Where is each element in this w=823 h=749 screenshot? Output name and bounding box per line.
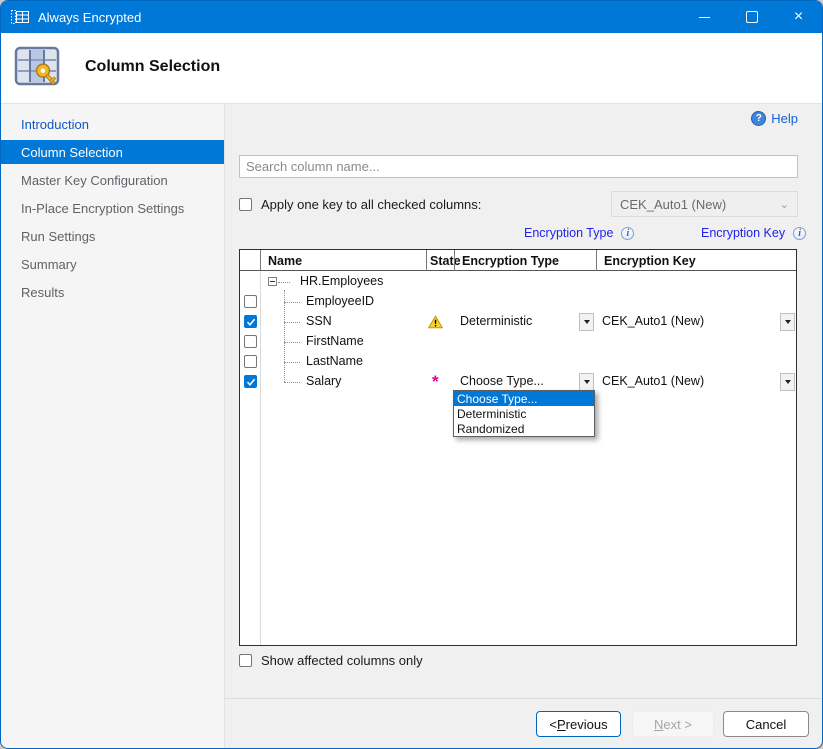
search-column-input[interactable] (239, 155, 798, 178)
chevron-down-icon: ⌄ (780, 198, 789, 211)
required-asterisk-icon: * (432, 372, 439, 392)
sidebar-item-master-key-configuration[interactable]: Master Key Configuration (1, 166, 224, 194)
encryption-key-dropdown-button[interactable] (780, 373, 795, 391)
column-name: EmployeeID (306, 294, 374, 308)
table-row: SSN Deterministic CEK_Auto1 (New) (240, 312, 796, 332)
dropdown-arrow-icon (785, 380, 791, 384)
next-button[interactable]: Next > (632, 711, 714, 737)
column-name: FirstName (306, 334, 364, 348)
encryption-type-value: Deterministic (460, 314, 532, 328)
column-header-encryption-type: Encryption Type (454, 250, 596, 271)
table-row: Salary * Choose Type... CEK_Auto1 (New) (240, 372, 796, 392)
column-header-state: State (426, 250, 454, 271)
minimize-icon (699, 17, 710, 18)
encryption-type-dropdown-button[interactable] (579, 313, 594, 331)
dropdown-arrow-icon (584, 320, 590, 324)
encryption-key-dropdown-button[interactable] (780, 313, 795, 331)
cek-key-dropdown[interactable]: CEK_Auto1 (New) ⌄ (611, 191, 798, 217)
apply-one-key-label: Apply one key to all checked columns: (261, 197, 481, 212)
table-group-label: HR.Employees (300, 274, 383, 288)
wizard-steps-sidebar: Introduction Column Selection Master Key… (1, 104, 225, 749)
encryption-type-value: Choose Type... (460, 374, 544, 388)
cancel-button[interactable]: Cancel (723, 711, 809, 737)
encryption-key-link[interactable]: Encryption Key i (701, 226, 806, 240)
help-icon: ? (751, 111, 766, 126)
collapse-expander-icon[interactable] (268, 277, 277, 286)
column-name: Salary (306, 374, 341, 388)
row-checkbox-employeeid[interactable] (244, 295, 257, 308)
window-title: Always Encrypted (38, 10, 681, 25)
table-row: FirstName (240, 332, 796, 352)
sidebar-item-results[interactable]: Results (1, 278, 224, 306)
info-icon[interactable]: i (621, 227, 634, 240)
encryption-key-value: CEK_Auto1 (New) (602, 314, 704, 328)
dropdown-option-randomized[interactable]: Randomized (454, 421, 594, 436)
page-title: Column Selection (85, 58, 220, 76)
sidebar-item-summary[interactable]: Summary (1, 250, 224, 278)
table-with-key-icon (13, 44, 61, 92)
title-bar: Always Encrypted × (1, 1, 822, 33)
warning-icon (428, 315, 443, 329)
table-group-row: HR.Employees (240, 272, 796, 292)
dropdown-option-deterministic[interactable]: Deterministic (454, 406, 594, 421)
row-checkbox-lastname[interactable] (244, 355, 257, 368)
row-checkbox-ssn[interactable] (244, 315, 257, 328)
cek-key-value: CEK_Auto1 (New) (620, 197, 726, 212)
apply-one-key-checkbox[interactable] (239, 198, 252, 211)
encryption-type-open-dropdown: Choose Type... Deterministic Randomized (453, 390, 595, 437)
help-label: Help (771, 111, 798, 126)
always-encrypted-wizard-window: Always Encrypted × Column Selection Intr… (0, 0, 823, 749)
dropdown-arrow-icon (785, 320, 791, 324)
maximize-icon (746, 11, 758, 23)
show-affected-columns-checkbox[interactable] (239, 654, 252, 667)
info-icon[interactable]: i (793, 227, 806, 240)
column-header-name: Name (260, 250, 426, 271)
encryption-key-value: CEK_Auto1 (New) (602, 374, 704, 388)
show-affected-columns-label: Show affected columns only (261, 653, 423, 668)
check-icon (246, 317, 256, 327)
dropdown-option-choose-type[interactable]: Choose Type... (454, 391, 594, 406)
sidebar-item-in-place-encryption-settings[interactable]: In-Place Encryption Settings (1, 194, 224, 222)
help-link[interactable]: ? Help (751, 111, 798, 126)
column-name: LastName (306, 354, 363, 368)
previous-button[interactable]: < Previous (536, 711, 621, 737)
sidebar-item-introduction[interactable]: Introduction (1, 110, 224, 138)
sidebar-item-run-settings[interactable]: Run Settings (1, 222, 224, 250)
column-header-encryption-key: Encryption Key (596, 250, 796, 271)
columns-grid: Name State Encryption Type Encryption Ke… (239, 249, 797, 646)
column-name: SSN (306, 314, 332, 328)
encryption-key-link-label: Encryption Key (701, 226, 785, 240)
app-table-key-icon (11, 9, 29, 25)
row-checkbox-firstname[interactable] (244, 335, 257, 348)
close-icon: × (794, 9, 803, 25)
footer-divider (225, 698, 823, 699)
maximize-button[interactable] (728, 1, 775, 33)
minimize-button[interactable] (681, 1, 728, 33)
dropdown-arrow-icon (584, 380, 590, 384)
encryption-type-dropdown-button[interactable] (579, 373, 594, 391)
check-icon (246, 377, 256, 387)
encryption-type-link[interactable]: Encryption Type i (524, 226, 634, 240)
table-row: LastName (240, 352, 796, 372)
row-checkbox-salary[interactable] (244, 375, 257, 388)
table-row: EmployeeID (240, 292, 796, 312)
encryption-type-link-label: Encryption Type (524, 226, 613, 240)
page-header: Column Selection (1, 33, 822, 104)
grid-header: Name State Encryption Type Encryption Ke… (240, 250, 796, 271)
sidebar-item-column-selection[interactable]: Column Selection (1, 140, 224, 164)
close-button[interactable]: × (775, 1, 822, 33)
